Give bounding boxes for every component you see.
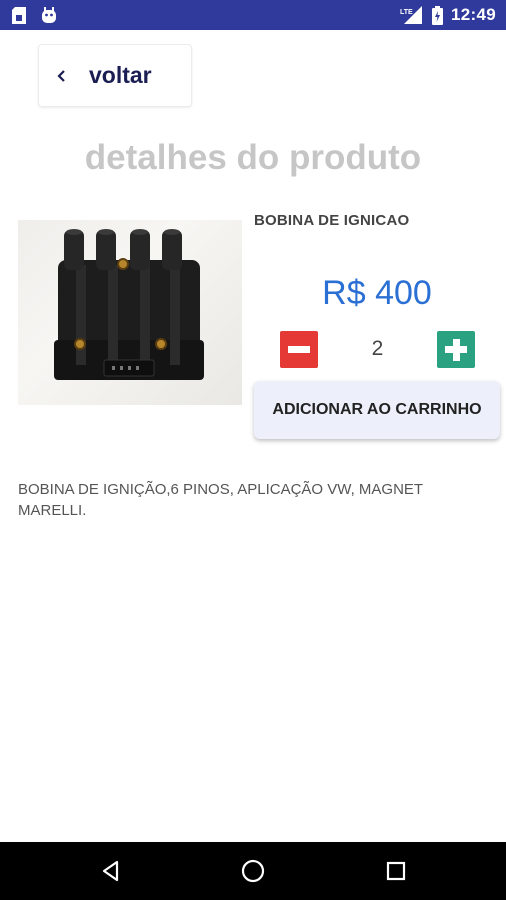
increase-quantity-button[interactable] [437,331,475,368]
status-right-icons: LTE 12:49 [400,5,496,25]
sim-card-icon [12,6,26,24]
product-name: BOBINA DE IGNICAO [254,212,410,229]
product-image [18,220,242,405]
status-bar: LTE 12:49 [0,0,506,30]
add-to-cart-button[interactable]: ADICIONAR AO CARRINHO [254,381,500,439]
back-label: voltar [89,62,152,88]
chevron-left-icon [55,69,69,83]
back-triangle-icon[interactable] [96,856,126,886]
quantity-value: 2 [371,337,384,360]
android-debug-icon [40,6,58,24]
recents-square-icon[interactable] [381,856,411,886]
product-price: R$ 400 [322,274,432,312]
back-button[interactable]: voltar [38,44,192,107]
product-description: BOBINA DE IGNIÇÃO,6 PINOS, APLICAÇÃO VW,… [18,481,423,519]
decrease-quantity-button[interactable] [280,331,318,368]
status-time: 12:49 [451,5,496,24]
home-circle-icon[interactable] [238,856,268,886]
quantity-stepper: 2 [280,331,475,368]
signal-icon: LTE [400,6,424,24]
network-type-label: LTE [400,9,413,16]
page-title: detalhes do produto [84,138,422,177]
status-left-icons [12,6,58,24]
navigation-bar [0,842,506,900]
battery-icon [432,5,444,25]
